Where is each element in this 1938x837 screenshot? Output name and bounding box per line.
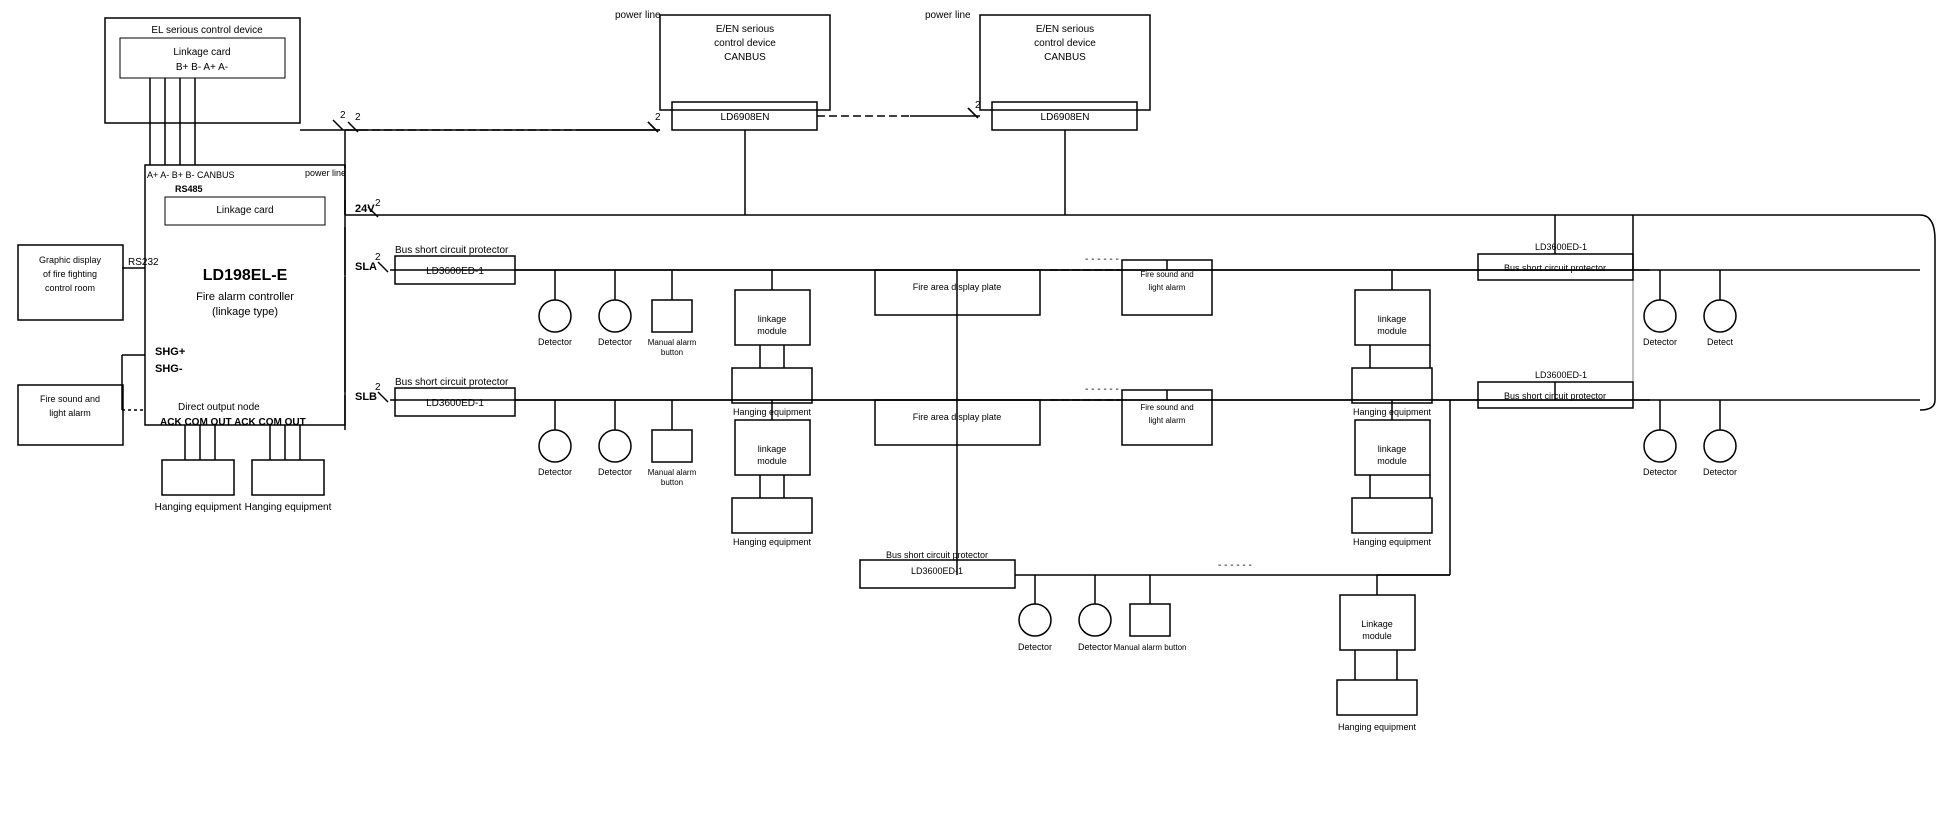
svg-text:Hanging equipment: Hanging equipment	[733, 537, 812, 547]
svg-text:button: button	[661, 478, 683, 487]
svg-text:24V: 24V	[355, 203, 375, 215]
svg-text:Detector: Detector	[1643, 337, 1677, 347]
svg-text:LD6908EN: LD6908EN	[721, 112, 770, 123]
svg-text:E/EN serious: E/EN serious	[1036, 24, 1094, 35]
svg-text:Manual alarm button: Manual alarm button	[1114, 643, 1187, 652]
svg-text:light alarm: light alarm	[1149, 283, 1186, 292]
svg-text:module: module	[1377, 326, 1407, 336]
svg-text:module: module	[1362, 631, 1392, 641]
svg-text:linkage: linkage	[758, 444, 787, 454]
svg-text:EL serious control device: EL serious control device	[151, 25, 263, 36]
circuit-diagram: EL serious control device Linkage card B…	[0, 0, 1938, 837]
svg-text:2: 2	[375, 252, 381, 263]
svg-text:2: 2	[375, 382, 381, 393]
svg-text:Fire sound and: Fire sound and	[40, 394, 100, 404]
svg-text:Hanging equipment: Hanging equipment	[245, 502, 332, 513]
svg-text:Detector: Detector	[598, 467, 632, 477]
svg-text:2: 2	[655, 112, 661, 123]
svg-text:Fire sound and: Fire sound and	[1140, 403, 1193, 412]
svg-text:SLB: SLB	[355, 391, 377, 403]
svg-text:power line: power line	[615, 10, 661, 21]
svg-text:of fire fighting: of fire fighting	[43, 269, 97, 279]
svg-text:module: module	[1377, 456, 1407, 466]
svg-text:Detect: Detect	[1707, 337, 1734, 347]
svg-text:linkage: linkage	[758, 314, 787, 324]
svg-text:Hanging equipment: Hanging equipment	[1353, 537, 1432, 547]
svg-text:Bus short circuit protector: Bus short circuit protector	[886, 550, 988, 560]
svg-text:SHG-: SHG-	[155, 363, 183, 375]
svg-text:Fire sound and: Fire sound and	[1140, 270, 1193, 279]
svg-text:Linkage card: Linkage card	[173, 47, 230, 58]
svg-text:LD3600ED-1: LD3600ED-1	[911, 566, 963, 576]
svg-text:Detector: Detector	[1018, 642, 1052, 652]
svg-text:LD3600ED-1: LD3600ED-1	[426, 398, 484, 409]
svg-text:power line: power line	[925, 10, 971, 21]
svg-text:Hanging equipment: Hanging equipment	[1338, 722, 1417, 732]
svg-text:- - - - - -: - - - - - -	[1085, 384, 1119, 395]
svg-text:- - - - - -: - - - - - -	[1085, 254, 1119, 265]
svg-text:Detector: Detector	[1078, 642, 1112, 652]
svg-text:RS485: RS485	[175, 184, 203, 194]
svg-text:2: 2	[355, 112, 361, 123]
svg-text:control room: control room	[45, 283, 95, 293]
svg-text:linkage: linkage	[1378, 444, 1407, 454]
svg-text:module: module	[757, 326, 787, 336]
svg-text:control device: control device	[714, 38, 776, 49]
svg-text:control device: control device	[1034, 38, 1096, 49]
svg-text:CANBUS: CANBUS	[724, 52, 766, 63]
svg-text:Detector: Detector	[1643, 467, 1677, 477]
svg-text:Manual alarm: Manual alarm	[648, 338, 697, 347]
svg-text:LD6908EN: LD6908EN	[1041, 112, 1090, 123]
svg-text:SHG+: SHG+	[155, 346, 185, 358]
svg-text:- - - - - -: - - - - - -	[1218, 560, 1252, 571]
svg-text:Linkage card: Linkage card	[216, 205, 273, 216]
svg-text:Graphic display: Graphic display	[39, 255, 102, 265]
svg-text:RS232: RS232	[128, 257, 159, 268]
svg-text:light alarm: light alarm	[1149, 416, 1186, 425]
svg-text:Detector: Detector	[1703, 467, 1737, 477]
svg-text:Linkage: Linkage	[1361, 619, 1393, 629]
svg-text:B+ B- A+ A-: B+ B- A+ A-	[176, 62, 228, 73]
svg-text:Bus short circuit protector: Bus short circuit protector	[395, 377, 509, 388]
svg-text:E/EN serious: E/EN serious	[716, 24, 774, 35]
svg-text:2: 2	[375, 198, 381, 209]
svg-text:button: button	[661, 348, 683, 357]
svg-text:Direct output node: Direct output node	[178, 402, 260, 413]
svg-text:Detector: Detector	[538, 337, 572, 347]
svg-text:module: module	[757, 456, 787, 466]
svg-text:Bus short circuit protector: Bus short circuit protector	[1504, 263, 1606, 273]
svg-text:ACK COM OUT ACK COM OUT: ACK COM OUT ACK COM OUT	[160, 417, 306, 428]
svg-text:linkage: linkage	[1378, 314, 1407, 324]
svg-text:LD3600ED-1: LD3600ED-1	[1535, 242, 1587, 252]
diagram-container: EL serious control device Linkage card B…	[0, 0, 1938, 837]
svg-text:SLA: SLA	[355, 261, 377, 273]
svg-text:power line: power line	[305, 168, 346, 178]
svg-text:LD198EL-E: LD198EL-E	[203, 267, 288, 284]
svg-text:2: 2	[340, 110, 346, 121]
svg-text:(linkage type): (linkage type)	[212, 306, 278, 318]
svg-text:LD3600ED-1: LD3600ED-1	[1535, 370, 1587, 380]
svg-text:light alarm: light alarm	[49, 408, 91, 418]
svg-text:Fire alarm controller: Fire alarm controller	[196, 291, 294, 303]
svg-text:Detector: Detector	[538, 467, 572, 477]
svg-text:Manual alarm: Manual alarm	[648, 468, 697, 477]
svg-text:A+ A- B+ B- CANBUS: A+ A- B+ B- CANBUS	[147, 170, 235, 180]
svg-text:LD3600ED-1: LD3600ED-1	[426, 266, 484, 277]
svg-text:CANBUS: CANBUS	[1044, 52, 1086, 63]
svg-text:Detector: Detector	[598, 337, 632, 347]
svg-text:Bus short circuit protector: Bus short circuit protector	[395, 245, 509, 256]
svg-text:Hanging equipment: Hanging equipment	[155, 502, 242, 513]
